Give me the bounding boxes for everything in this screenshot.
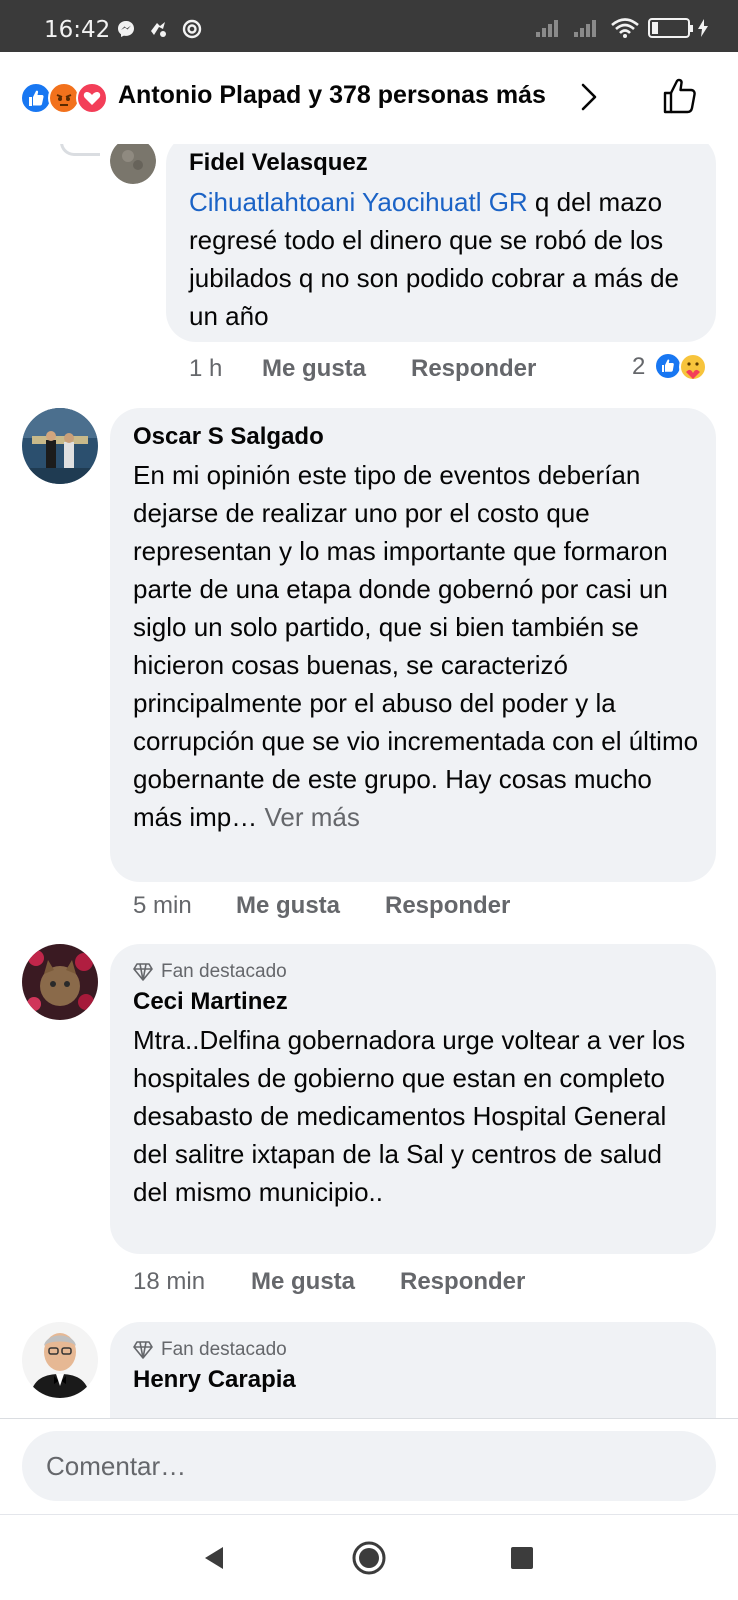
signal-icon [536, 20, 558, 37]
comment-mention[interactable]: Cihuatlahtoani Yaocihuatl GR [189, 187, 528, 217]
avatar[interactable] [22, 408, 98, 484]
love-icon [76, 82, 108, 114]
reaction-count[interactable]: 2 [632, 353, 645, 381]
system-nav-bar [0, 1514, 738, 1600]
chevron-right-icon[interactable] [574, 82, 604, 112]
top-fan-badge: Fan destacado [133, 961, 287, 983]
comment-body: Mtra..Delfina gobernadora urge voltear a… [133, 1025, 686, 1207]
home-circle-icon [352, 1541, 386, 1575]
like-button[interactable]: Me gusta [262, 355, 366, 383]
reaction-icons [20, 82, 112, 114]
reply-button[interactable]: Responder [411, 355, 536, 383]
notification-icon [151, 22, 166, 37]
comments-list[interactable]: Fidel Velasquez Cihuatlahtoani Yaocihuat… [0, 144, 738, 1418]
messenger-notification-icon [118, 21, 134, 37]
recents-square-icon [511, 1547, 533, 1569]
home-button[interactable] [351, 1540, 387, 1576]
reply-button[interactable]: Responder [400, 1268, 525, 1296]
top-fan-label: Fan destacado [161, 961, 287, 982]
comment-input[interactable] [22, 1431, 716, 1501]
sync-icon [182, 19, 202, 39]
see-more-link[interactable]: Ver más [264, 802, 359, 832]
status-time: 16:42 [44, 17, 111, 43]
signal-2-icon [574, 20, 596, 37]
status-bar: 16:42 [0, 0, 738, 52]
back-triangle-icon [205, 1547, 223, 1569]
avatar[interactable] [22, 944, 98, 1020]
comment-text: En mi opinión este tipo de eventos deber… [133, 456, 699, 836]
comment-time[interactable]: 18 min [133, 1268, 205, 1296]
avatar[interactable] [22, 1322, 98, 1398]
status-right-icons [534, 16, 708, 40]
comment-author[interactable]: Ceci Martinez [133, 988, 288, 1016]
comment-text: Cihuatlahtoani Yaocihuatl GR q del mazo … [189, 183, 694, 335]
reply-button[interactable]: Responder [385, 892, 510, 920]
diamond-icon [133, 963, 153, 981]
comment-author[interactable]: Henry Carapia [133, 1366, 296, 1394]
comment-author[interactable]: Fidel Velasquez [189, 149, 368, 177]
like-button[interactable]: Me gusta [236, 892, 340, 920]
like-thumb-icon[interactable] [660, 76, 700, 116]
care-icon [679, 353, 707, 381]
comment-composer [0, 1418, 738, 1514]
reactions-summary[interactable]: Antonio Plapad y 378 personas más [118, 81, 546, 110]
avatar[interactable] [110, 144, 156, 184]
battery-icon [648, 18, 693, 38]
comment-author[interactable]: Oscar S Salgado [133, 423, 324, 451]
diamond-icon [133, 1341, 153, 1359]
comment-time[interactable]: 1 h [189, 355, 222, 383]
reactions-header[interactable]: Antonio Plapad y 378 personas más [0, 52, 738, 144]
comment-body: En mi opinión este tipo de eventos deber… [133, 460, 699, 832]
like-button[interactable]: Me gusta [251, 1268, 355, 1296]
wifi-icon [611, 18, 639, 38]
top-fan-label: Fan destacado [161, 1339, 287, 1360]
comment-text: Mtra..Delfina gobernadora urge voltear a… [133, 1021, 699, 1211]
charging-icon [698, 19, 708, 37]
comment-time[interactable]: 5 min [133, 892, 192, 920]
recents-button[interactable] [504, 1540, 540, 1576]
back-button[interactable] [196, 1540, 232, 1576]
top-fan-badge: Fan destacado [133, 1339, 287, 1361]
reply-thread-line [60, 144, 100, 156]
